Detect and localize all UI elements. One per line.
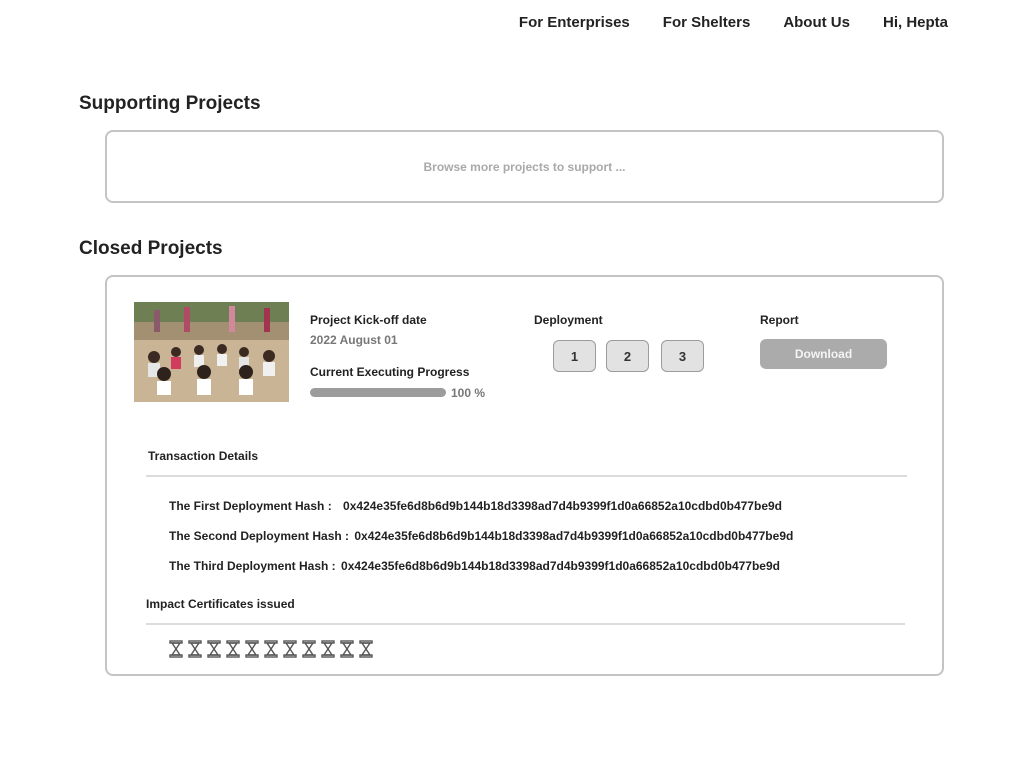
kickoff-date-value: 2022 August 01: [310, 333, 398, 347]
hourglass-icon: [226, 640, 240, 658]
progress-label: Current Executing Progress: [310, 365, 470, 379]
hourglass-icon: [359, 640, 373, 658]
first-deployment-hash-row: The First Deployment Hash : 0x424e35fe6d…: [169, 499, 782, 513]
deployment-label: Deployment: [534, 313, 603, 327]
nav-for-enterprises[interactable]: For Enterprises: [519, 14, 630, 31]
certificates-divider: [146, 623, 905, 625]
deployment-2-button[interactable]: 2: [606, 340, 649, 372]
certificate-icons-row: [169, 640, 373, 658]
hourglass-icon: [340, 640, 354, 658]
hourglass-icon: [207, 640, 221, 658]
deployment-3-button[interactable]: 3: [661, 340, 704, 372]
closed-projects-title: Closed Projects: [79, 238, 223, 259]
second-hash-value: 0x424e35fe6d8b6d9b144b18d3398ad7d4b9399f…: [354, 529, 794, 543]
hourglass-icon: [188, 640, 202, 658]
nav-for-shelters[interactable]: For Shelters: [663, 14, 751, 31]
browse-projects-box[interactable]: Browse more projects to support ...: [105, 130, 944, 203]
transaction-details-title: Transaction Details: [148, 449, 259, 463]
hourglass-icon: [264, 640, 278, 658]
top-nav: For Enterprises For Shelters About Us Hi…: [519, 14, 948, 31]
download-report-button[interactable]: Download: [760, 339, 887, 369]
report-label: Report: [760, 313, 799, 327]
transaction-divider: [146, 475, 907, 477]
hourglass-icon: [283, 640, 297, 658]
deployment-1-button[interactable]: 1: [553, 340, 596, 372]
impact-certificates-title: Impact Certificates issued: [146, 597, 295, 611]
progress-bar-fill: [310, 388, 446, 397]
project-thumbnail[interactable]: [134, 302, 289, 402]
second-hash-label: The Second Deployment Hash :: [169, 529, 350, 543]
supporting-projects-title: Supporting Projects: [79, 93, 261, 114]
third-hash-value: 0x424e35fe6d8b6d9b144b18d3398ad7d4b9399f…: [341, 559, 780, 573]
third-deployment-hash-row: The Third Deployment Hash : 0x424e35fe6d…: [169, 559, 780, 573]
hourglass-icon: [321, 640, 335, 658]
hourglass-icon: [302, 640, 316, 658]
project-photo: [134, 302, 289, 402]
second-deployment-hash-row: The Second Deployment Hash : 0x424e35fe6…: [169, 529, 793, 543]
third-hash-label: The Third Deployment Hash :: [169, 559, 336, 573]
hourglass-icon: [169, 640, 183, 658]
user-greeting[interactable]: Hi, Hepta: [883, 14, 948, 31]
first-hash-value: 0x424e35fe6d8b6d9b144b18d3398ad7d4b9399f…: [343, 499, 782, 513]
first-hash-label: The First Deployment Hash :: [169, 499, 332, 513]
kickoff-date-label: Project Kick-off date: [310, 313, 427, 327]
hourglass-icon: [245, 640, 259, 658]
nav-about-us[interactable]: About Us: [783, 14, 850, 31]
closed-project-card: Project Kick-off date 2022 August 01 Cur…: [105, 275, 944, 676]
browse-projects-link[interactable]: Browse more projects to support ...: [423, 160, 625, 174]
progress-value: 100 %: [451, 386, 486, 400]
progress-bar: [310, 388, 446, 397]
